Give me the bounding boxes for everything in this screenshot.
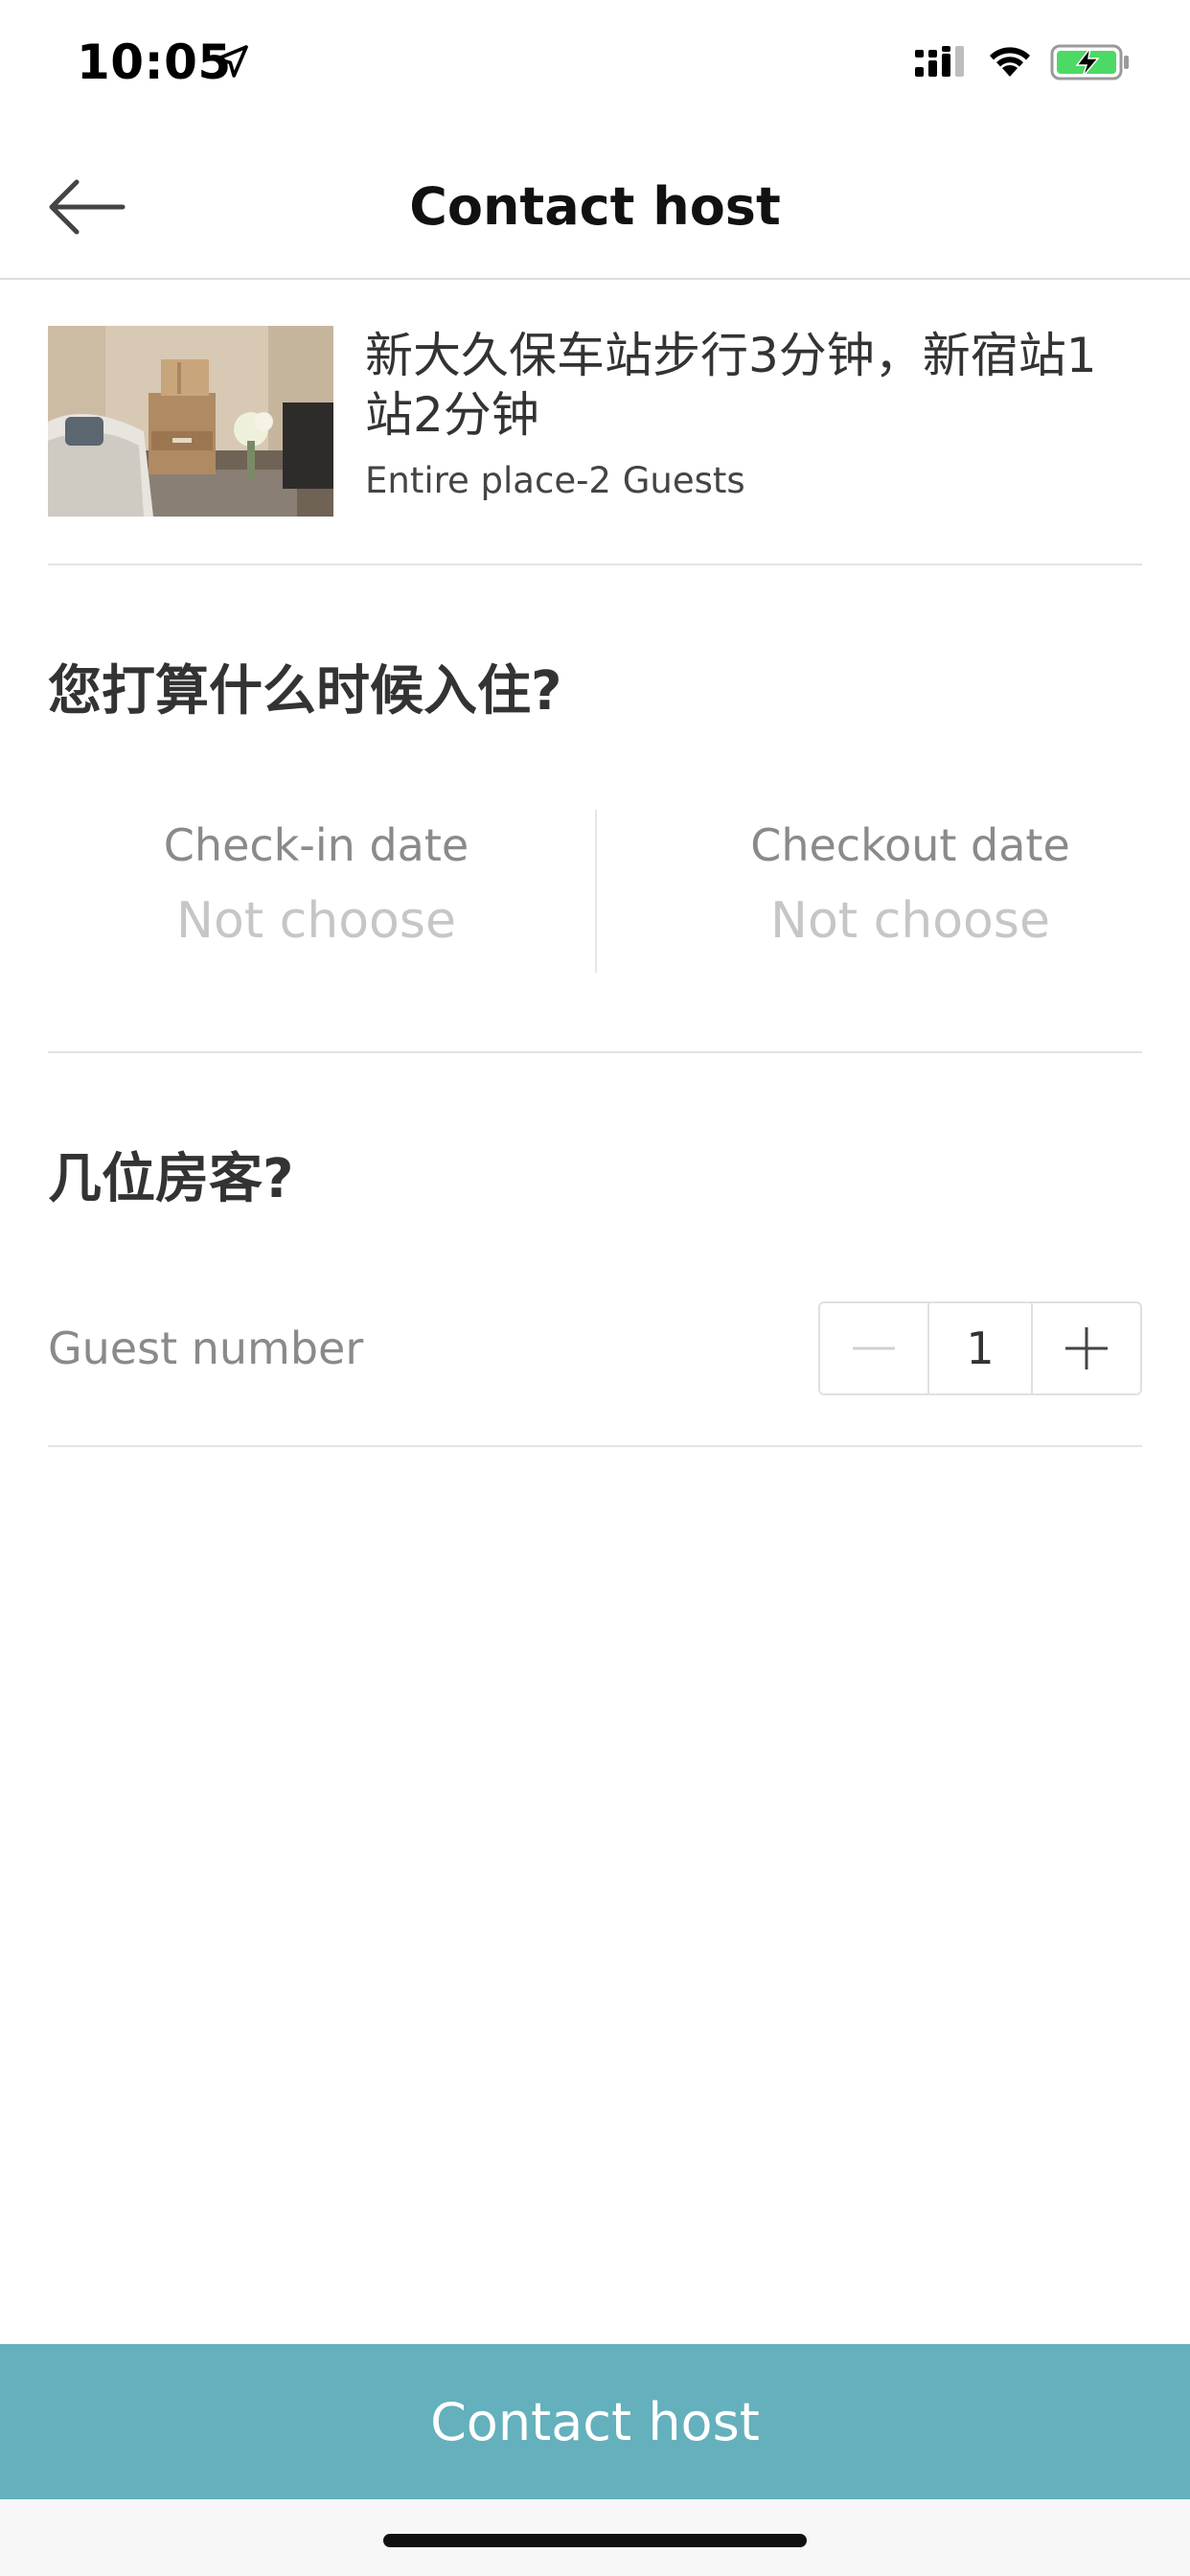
screen: 10:05 Contact host 新大久保车站步行3分钟，新宿站1站2分钟 … (0, 0, 1190, 2576)
location-arrow-icon (216, 45, 248, 78)
decrease-guests-button[interactable] (820, 1303, 927, 1393)
cellular-signal-icon (915, 46, 964, 77)
page-title: Contact host (409, 176, 781, 237)
guest-number-label: Guest number (48, 1322, 364, 1374)
guest-count-row: Guest number 1 (48, 1301, 1142, 1447)
nav-bar: Contact host (0, 126, 1190, 280)
status-time: 10:05 (77, 34, 232, 90)
guest-count-value: 1 (927, 1303, 1033, 1393)
checkout-date-label: Checkout date (750, 819, 1070, 871)
minus-icon (853, 1346, 895, 1350)
home-indicator[interactable] (383, 2534, 807, 2547)
guest-count-stepper: 1 (818, 1301, 1142, 1395)
wifi-icon (990, 47, 1030, 77)
battery-charging-icon (1050, 44, 1129, 80)
checkin-date-label: Check-in date (163, 819, 469, 871)
checkout-date-selector[interactable]: Checkout date Not choose (661, 810, 1159, 950)
contact-host-button[interactable]: Contact host (0, 2344, 1190, 2499)
increase-guests-button[interactable] (1033, 1303, 1140, 1393)
home-indicator-area (0, 2499, 1190, 2576)
status-bar: 10:05 (0, 0, 1190, 126)
room-photo-image (48, 326, 333, 517)
listing-thumbnail (48, 326, 333, 517)
listing-card[interactable]: 新大久保车站步行3分钟，新宿站1站2分钟 Entire place-2 Gues… (48, 326, 1142, 565)
date-divider (595, 810, 597, 973)
listing-subtitle: Entire place-2 Guests (365, 460, 745, 501)
listing-title: 新大久保车站步行3分钟，新宿站1站2分钟 (365, 328, 1097, 443)
checkin-date-value: Not choose (176, 892, 456, 950)
plus-icon (1065, 1327, 1108, 1369)
checkout-date-value: Not choose (770, 892, 1050, 950)
date-picker-row: Check-in date Not choose Checkout date N… (48, 810, 1142, 1053)
guests-question-heading: 几位房客? (48, 1148, 294, 1210)
checkin-question-heading: 您打算什么时候入住? (48, 660, 562, 723)
checkin-date-selector[interactable]: Check-in date Not choose (67, 810, 565, 950)
